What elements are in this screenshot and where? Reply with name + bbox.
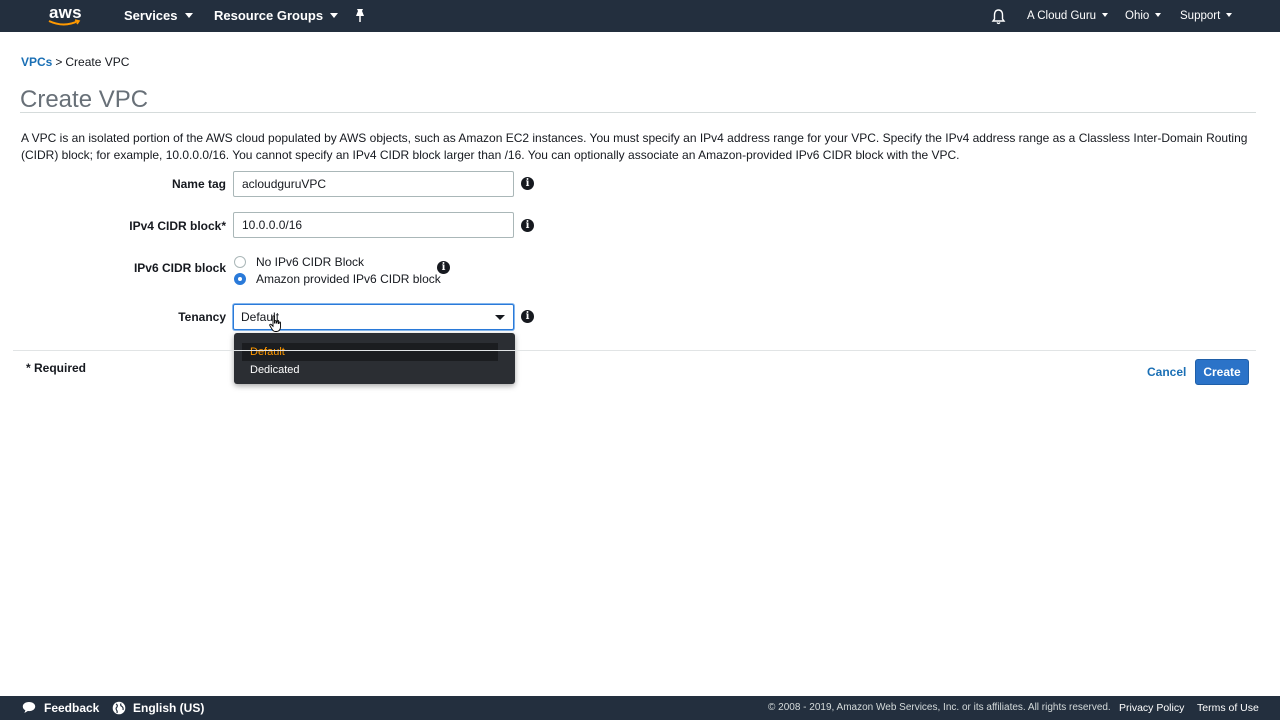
account-label: A Cloud Guru [1027,10,1097,22]
ipv4-cidr-input[interactable] [233,212,514,238]
ipv6-cidr-label: IPv6 CIDR block [133,261,226,275]
support-menu[interactable]: Support [1180,0,1233,32]
create-button[interactable]: Create [1195,359,1249,385]
region-menu[interactable]: Ohio [1125,0,1162,32]
copyright-text: © 2008 - 2019, Amazon Web Services, Inc.… [768,702,1111,713]
top-navigation-bar: aws Services Resource Groups A Cloud Gur… [0,0,1280,32]
radio-button[interactable] [234,256,246,268]
dropdown-arrow-icon [495,315,505,320]
cancel-button[interactable]: Cancel [1147,365,1186,379]
aws-logo[interactable]: aws [48,3,82,28]
language-selector[interactable]: English (US) [133,701,204,715]
breadcrumb: VPCs > Create VPC [21,55,129,69]
breadcrumb-separator: > [55,55,63,69]
chevron-down-icon [1102,12,1109,17]
feedback-icon [22,702,36,713]
services-label: Services [124,8,178,23]
resource-groups-menu[interactable]: Resource Groups [214,0,339,32]
info-icon[interactable]: i [521,310,534,323]
info-icon[interactable]: i [437,261,450,274]
required-note: * Required [26,361,87,375]
ipv4-cidr-label: IPv4 CIDR block* [129,219,226,233]
name-tag-input[interactable] [233,171,514,197]
tenancy-dropdown-menu: Default Dedicated [234,333,515,384]
info-icon[interactable]: i [521,177,534,190]
page-title: Create VPC [20,86,149,113]
feedback-link[interactable]: Feedback [44,701,99,715]
chevron-down-icon [1226,12,1233,17]
info-icon[interactable]: i [521,219,534,232]
radio-label: No IPv6 CIDR Block [256,255,365,269]
resource-groups-label: Resource Groups [214,8,324,23]
privacy-policy-link[interactable]: Privacy Policy [1119,702,1184,714]
hand-cursor-icon [269,315,281,332]
footer: Feedback English (US) © 2008 - 2019, Ama… [0,696,1280,720]
globe-icon [112,701,126,715]
services-menu[interactable]: Services [124,0,193,32]
aws-smile-icon [48,19,81,26]
breadcrumb-vpcs-link[interactable]: VPCs [21,55,52,69]
radio-label: Amazon provided IPv6 CIDR block [256,272,441,286]
chevron-down-icon [184,13,193,19]
tenancy-label: Tenancy [178,310,226,324]
chevron-down-icon [1155,12,1162,17]
support-label: Support [1180,10,1221,22]
title-divider [20,112,1256,113]
breadcrumb-current: Create VPC [65,55,130,69]
bell-icon[interactable] [991,8,1006,25]
chevron-down-icon [330,13,339,19]
tenancy-option-dedicated[interactable]: Dedicated [242,361,498,379]
page-description: A VPC is an isolated portion of the AWS … [21,131,1248,162]
account-menu[interactable]: A Cloud Guru [1027,0,1109,32]
pin-icon[interactable] [353,8,367,24]
tenancy-option-default[interactable]: Default [242,343,498,361]
terms-of-use-link[interactable]: Terms of Use [1197,702,1259,714]
radio-button-selected[interactable] [234,273,246,285]
name-tag-label: Name tag [171,177,226,191]
region-label: Ohio [1125,10,1150,22]
form-divider [13,350,1256,351]
